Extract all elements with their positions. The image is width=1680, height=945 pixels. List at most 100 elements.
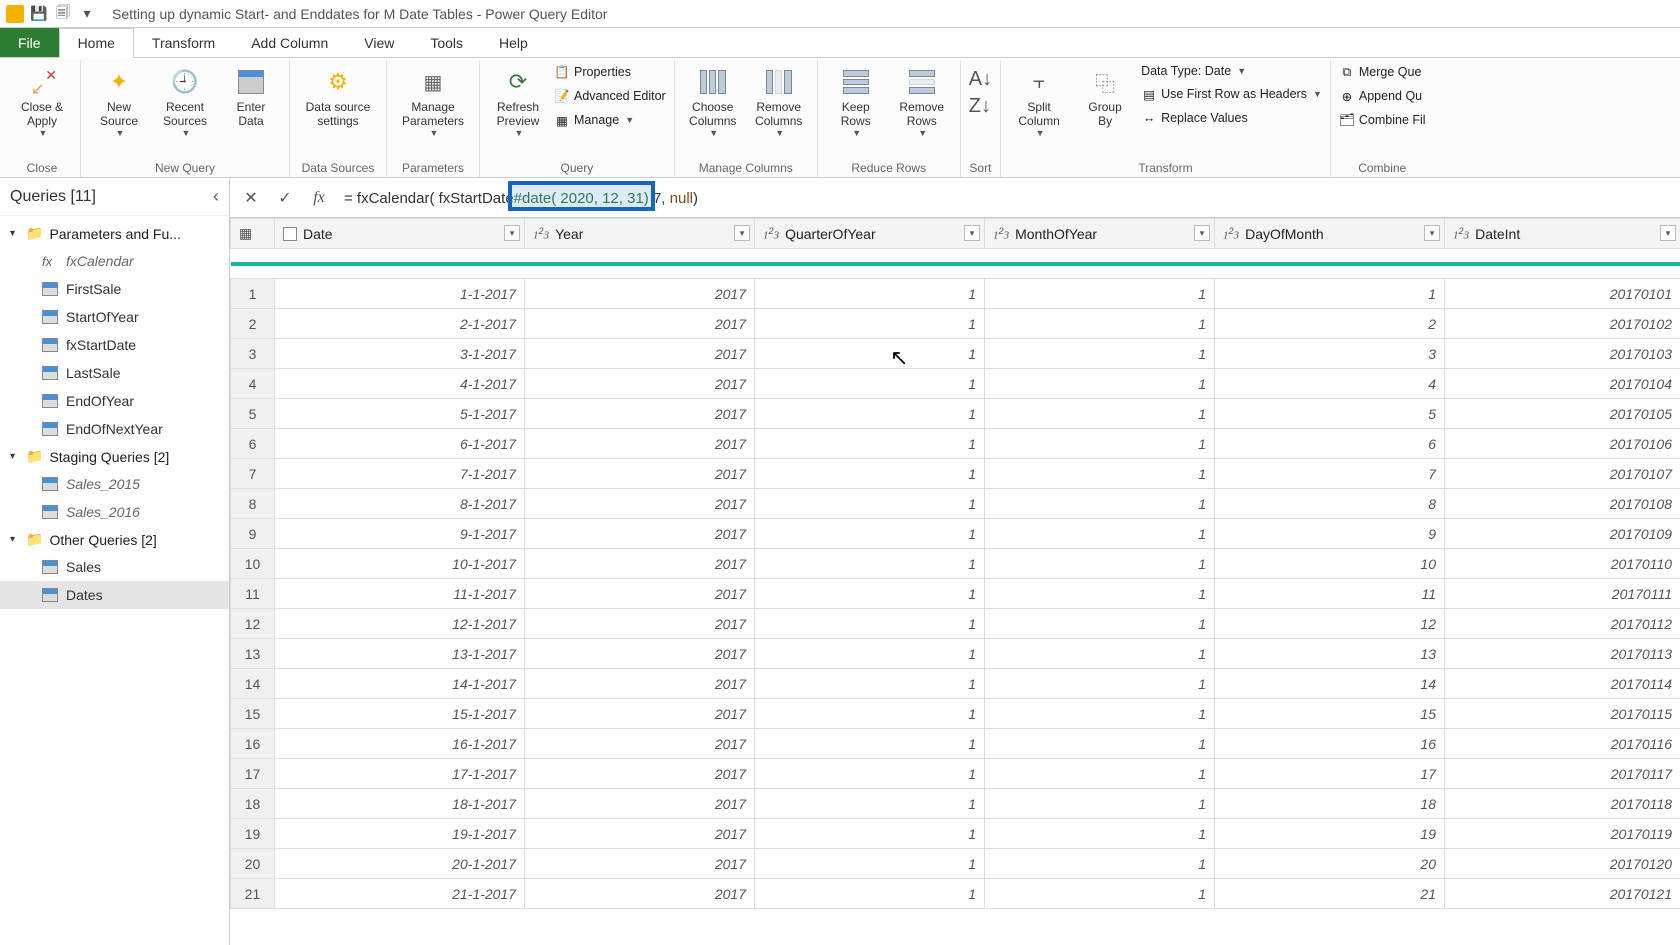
column-filter-button[interactable]: ▾ [504,225,520,241]
cell-year[interactable]: 2017 [525,819,755,849]
refresh-preview-button[interactable]: ⟳ Refresh Preview▼ [488,62,548,142]
cell-month[interactable]: 1 [985,279,1215,309]
table-row[interactable]: 99-1-2017201711920170109 [231,519,1680,549]
recent-sources-button[interactable]: 🕘 Recent Sources▼ [155,62,215,142]
cell-day[interactable]: 13 [1215,639,1445,669]
cell-year[interactable]: 2017 [525,789,755,819]
cell-month[interactable]: 1 [985,399,1215,429]
cell-month[interactable]: 1 [985,309,1215,339]
cell-month[interactable]: 1 [985,459,1215,489]
column-filter-button[interactable]: ▾ [1424,225,1440,241]
cell-quarter[interactable]: 1 [755,639,985,669]
tree-item-endofnextyear[interactable]: EndOfNextYear [0,415,229,443]
column-filter-button[interactable]: ▾ [1660,225,1676,241]
table-row[interactable]: 1212-1-20172017111220170112 [231,609,1680,639]
tree-item-firstsale[interactable]: FirstSale [0,275,229,303]
new-source-button[interactable]: ✦ New Source▼ [89,62,149,142]
cell-dateint[interactable]: 20170120 [1445,849,1680,879]
cell-quarter[interactable]: 1 [755,429,985,459]
cell-year[interactable]: 2017 [525,519,755,549]
cell-month[interactable]: 1 [985,729,1215,759]
cell-dateint[interactable]: 20170109 [1445,519,1680,549]
table-row[interactable]: 77-1-2017201711720170107 [231,459,1680,489]
cell-dateint[interactable]: 20170102 [1445,309,1680,339]
table-row[interactable]: 1111-1-20172017111120170111 [231,579,1680,609]
cell-quarter[interactable]: 1 [755,339,985,369]
cell-day[interactable]: 16 [1215,729,1445,759]
cell-date[interactable]: 16-1-2017 [275,729,525,759]
cell-dateint[interactable]: 20170106 [1445,429,1680,459]
cell-month[interactable]: 1 [985,819,1215,849]
formula-text[interactable]: = fxCalendar( fxStartDate#date( 2020, 12… [340,187,1672,209]
cell-dateint[interactable]: 20170116 [1445,729,1680,759]
tab-help[interactable]: Help [481,28,546,57]
cell-dateint[interactable]: 20170101 [1445,279,1680,309]
qat-saveas-icon[interactable]: 🗐 [54,5,72,23]
cell-dateint[interactable]: 20170107 [1445,459,1680,489]
cell-date[interactable]: 4-1-2017 [275,369,525,399]
cell-year[interactable]: 2017 [525,759,755,789]
table-row[interactable]: 2020-1-20172017112020170120 [231,849,1680,879]
cell-date[interactable]: 20-1-2017 [275,849,525,879]
cell-dateint[interactable]: 20170110 [1445,549,1680,579]
properties-button[interactable]: 📋Properties [554,62,666,82]
cell-day[interactable]: 4 [1215,369,1445,399]
cell-date[interactable]: 19-1-2017 [275,819,525,849]
table-row[interactable]: 33-1-2017201711320170103 [231,339,1680,369]
fx-icon[interactable]: fx [306,185,332,211]
cell-quarter[interactable]: 1 [755,549,985,579]
keep-rows-button[interactable]: Keep Rows▼ [826,62,886,142]
cell-month[interactable]: 1 [985,519,1215,549]
cell-dateint[interactable]: 20170103 [1445,339,1680,369]
cell-day[interactable]: 18 [1215,789,1445,819]
cell-year[interactable]: 2017 [525,639,755,669]
column-filter-button[interactable]: ▾ [1194,225,1210,241]
cell-dateint[interactable]: 20170108 [1445,489,1680,519]
column-filter-button[interactable]: ▾ [964,225,980,241]
cell-dateint[interactable]: 20170113 [1445,639,1680,669]
column-header-year[interactable]: 123Year▾ [525,219,755,249]
close-apply-button[interactable]: Close & Apply▼ [12,62,72,142]
pane-collapse-button[interactable]: ‹ [213,186,219,207]
table-row[interactable]: 44-1-2017201711420170104 [231,369,1680,399]
data-grid[interactable]: ▦Date▾123Year▾123QuarterOfYear▾123MonthO… [230,218,1680,945]
first-row-headers-button[interactable]: ▤Use First Row as Headers▼ [1141,84,1322,104]
table-row[interactable]: 55-1-2017201711520170105 [231,399,1680,429]
cell-dateint[interactable]: 20170104 [1445,369,1680,399]
cell-day[interactable]: 12 [1215,609,1445,639]
cell-month[interactable]: 1 [985,609,1215,639]
table-row[interactable]: 66-1-2017201711620170106 [231,429,1680,459]
cell-date[interactable]: 15-1-2017 [275,699,525,729]
cell-quarter[interactable]: 1 [755,519,985,549]
cell-month[interactable]: 1 [985,849,1215,879]
tab-transform[interactable]: Transform [134,28,233,57]
cell-year[interactable]: 2017 [525,579,755,609]
choose-columns-button[interactable]: Choose Columns▼ [683,62,743,142]
cell-year[interactable]: 2017 [525,699,755,729]
tree-group[interactable]: ▾📁Parameters and Fu... [0,220,229,247]
cell-year[interactable]: 2017 [525,369,755,399]
cell-month[interactable]: 1 [985,489,1215,519]
cell-quarter[interactable]: 1 [755,489,985,519]
cell-quarter[interactable]: 1 [755,669,985,699]
data-type-button[interactable]: Data Type: Date▼ [1141,62,1322,80]
cell-day[interactable]: 7 [1215,459,1445,489]
cell-year[interactable]: 2017 [525,279,755,309]
qat-customize-icon[interactable]: ▾ [78,5,96,23]
manage-parameters-button[interactable]: ▦ Manage Parameters▼ [395,62,471,142]
column-header-dayofmonth[interactable]: 123DayOfMonth▾ [1215,219,1445,249]
table-row[interactable]: 1313-1-20172017111320170113 [231,639,1680,669]
cell-day[interactable]: 1 [1215,279,1445,309]
table-row[interactable]: 1919-1-20172017111920170119 [231,819,1680,849]
cell-date[interactable]: 3-1-2017 [275,339,525,369]
cell-month[interactable]: 1 [985,579,1215,609]
cell-quarter[interactable]: 1 [755,609,985,639]
cell-year[interactable]: 2017 [525,489,755,519]
cell-year[interactable]: 2017 [525,309,755,339]
tab-home[interactable]: Home [59,28,134,58]
cell-day[interactable]: 5 [1215,399,1445,429]
table-row[interactable]: 88-1-2017201711820170108 [231,489,1680,519]
cell-day[interactable]: 21 [1215,879,1445,909]
column-header-dateint[interactable]: 123DateInt▾ [1445,219,1680,249]
cell-year[interactable]: 2017 [525,849,755,879]
